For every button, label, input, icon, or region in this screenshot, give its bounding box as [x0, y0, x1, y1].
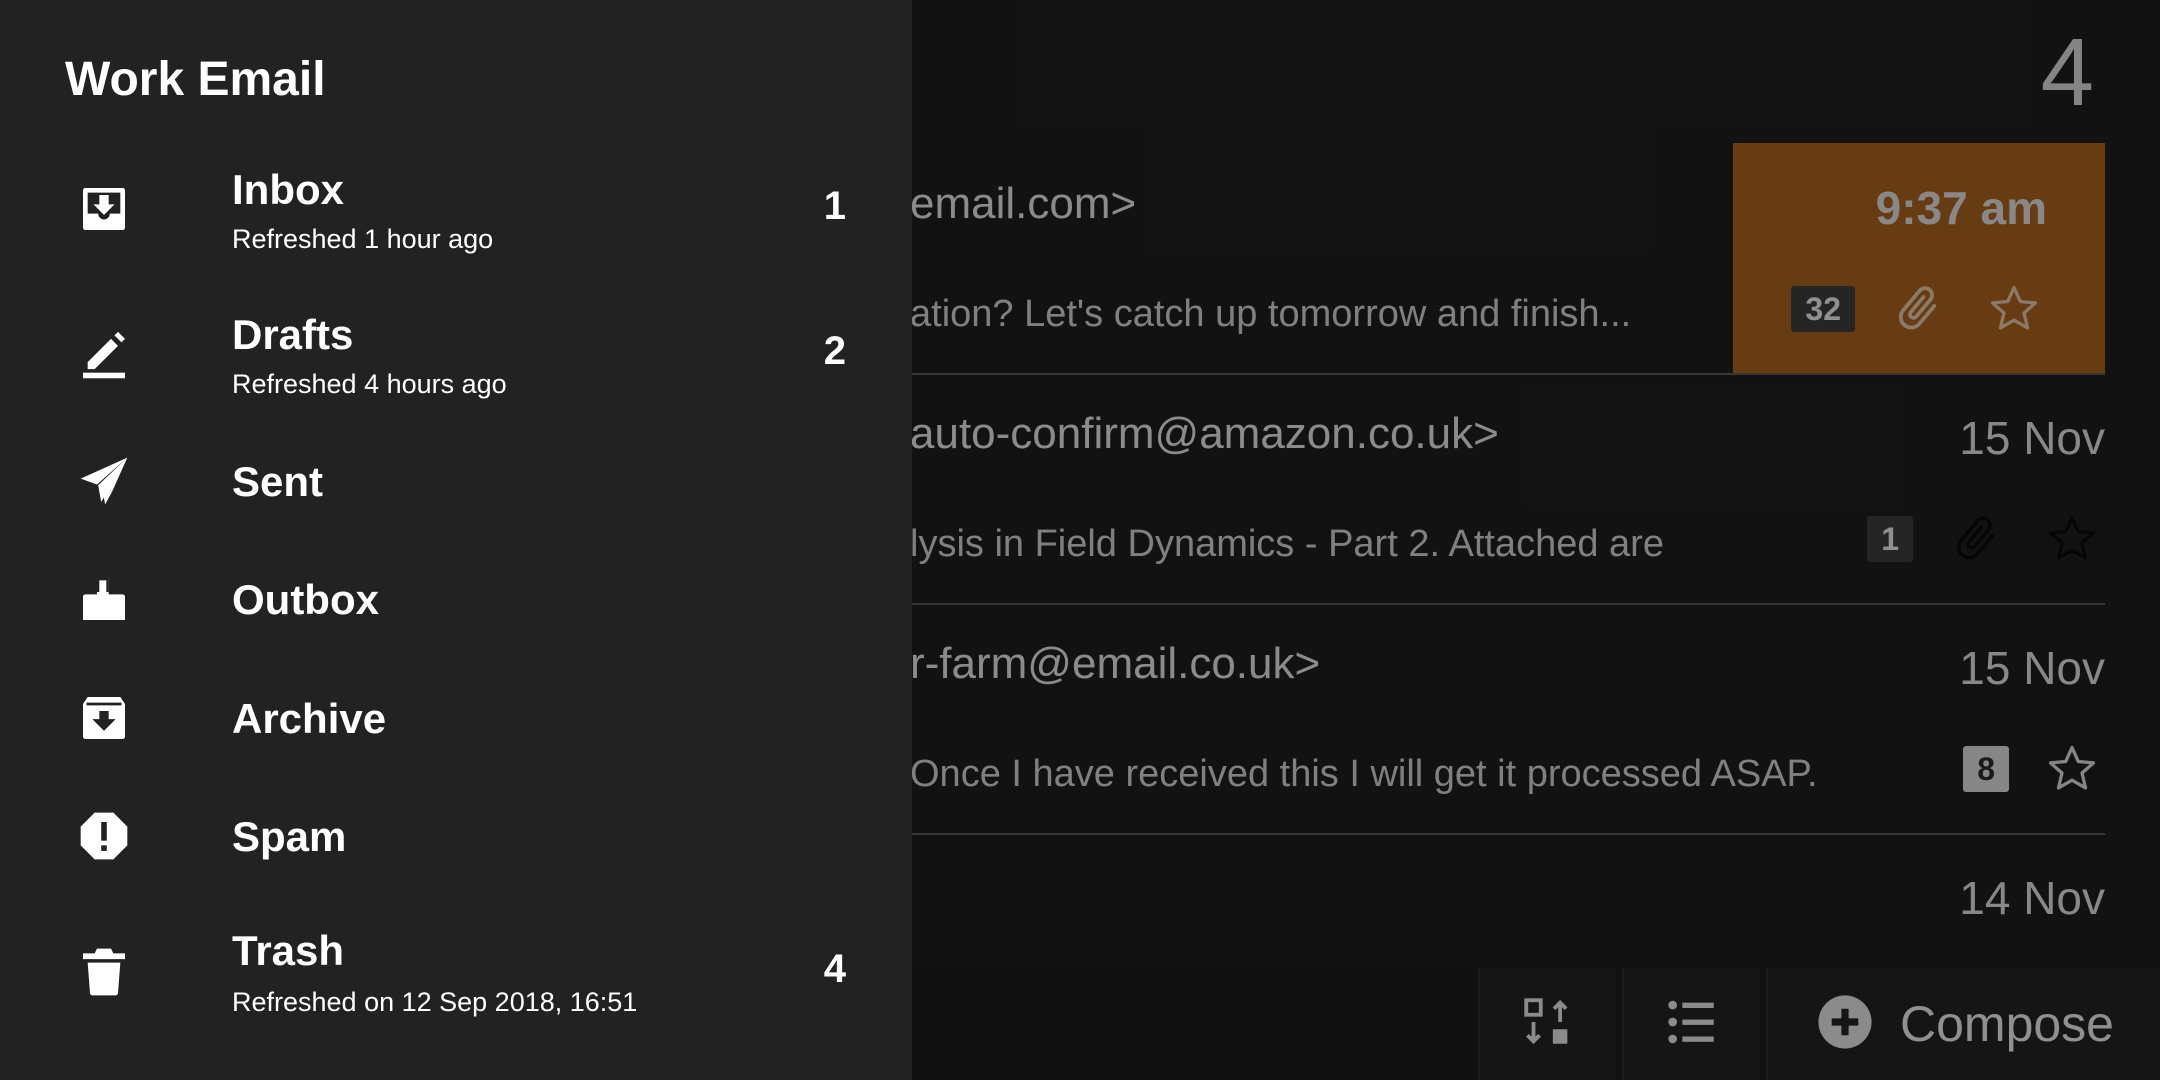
folder-name: Outbox [232, 576, 379, 623]
outbox-icon [72, 567, 136, 631]
account-title: Work Email [65, 53, 326, 106]
folder-item-inbox[interactable]: Inbox Refreshed 1 hour ago 1 [0, 150, 912, 268]
paper-plane-icon [72, 449, 136, 513]
folder-item-sent[interactable]: Sent [0, 422, 912, 540]
folder-name: Drafts [232, 311, 354, 358]
folder-unread-count: 1 [823, 184, 846, 228]
folder-refresh-status: Refreshed 4 hours ago [232, 369, 507, 399]
folder-name: Archive [232, 695, 387, 742]
folder-item-outbox[interactable]: Outbox [0, 540, 912, 658]
inbox-icon [72, 177, 136, 241]
folder-refresh-status: Refreshed 1 hour ago [232, 224, 494, 254]
folder-unread-count: 4 [823, 947, 846, 991]
folder-name: Sent [232, 458, 324, 505]
spam-icon [72, 804, 136, 868]
folder-refresh-status: Refreshed on 12 Sep 2018, 16:51 [232, 987, 638, 1017]
navigation-drawer: Work Email Inbox Refreshed 1 hour ago 1 … [0, 0, 912, 1080]
folder-name: Spam [232, 813, 347, 860]
folder-item-archive[interactable]: Archive [0, 659, 912, 777]
folder-name: Inbox [232, 166, 344, 213]
pencil-icon [72, 322, 136, 386]
folder-name: Trash [232, 927, 345, 974]
archive-icon [72, 686, 136, 750]
folder-item-trash[interactable]: Trash Refreshed on 12 Sep 2018, 16:51 4 [0, 913, 912, 1031]
folder-unread-count: 2 [823, 329, 846, 373]
folder-item-drafts[interactable]: Drafts Refreshed 4 hours ago 2 [0, 295, 912, 413]
trash-icon [72, 940, 136, 1004]
folder-item-spam[interactable]: Spam [0, 777, 912, 895]
